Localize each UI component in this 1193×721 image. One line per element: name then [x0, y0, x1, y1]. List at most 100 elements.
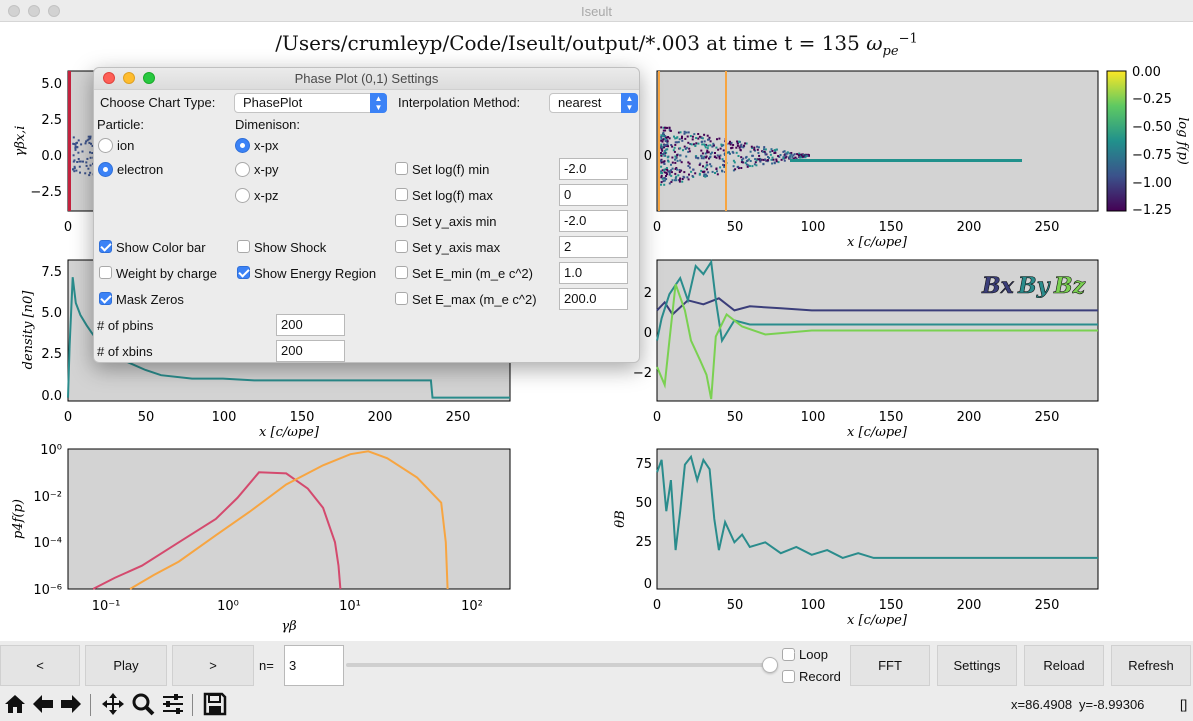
phase-electron-cell	[685, 146, 688, 149]
checkbox-weight-by-charge[interactable]	[99, 266, 112, 279]
checkbox-emax[interactable]	[395, 292, 408, 305]
bf-ytick-0: 2	[644, 286, 652, 301]
phase-electron-cell	[706, 174, 708, 177]
checkbox-show-shock[interactable]	[237, 240, 250, 253]
cb-tick-4: −1.00	[1132, 176, 1172, 191]
radio-electron[interactable]	[98, 162, 113, 177]
phase-electron-cell	[693, 133, 696, 136]
phase-ion-ytick-0: 5.0	[41, 77, 62, 92]
play-button[interactable]: Play	[85, 645, 167, 686]
checkbox-record[interactable]	[782, 670, 795, 683]
phase-electron-cell	[671, 145, 674, 148]
chart-type-select[interactable]: PhasePlot ▲ ▼	[234, 93, 387, 113]
prev-button[interactable]: <	[0, 645, 80, 686]
phase-electron-cell	[666, 156, 669, 159]
phase-electron-cell	[703, 133, 706, 136]
phase-electron-cell	[735, 146, 738, 149]
yaxis-min-input[interactable]: -2.0	[559, 210, 628, 232]
phase-electron-cell	[665, 167, 668, 169]
fft-button[interactable]: FFT	[850, 645, 930, 686]
phase-electron-cell	[734, 168, 737, 171]
phase-ion-cell	[85, 164, 88, 167]
next-button[interactable]: >	[172, 645, 254, 686]
zoom-icon[interactable]	[130, 691, 156, 717]
checkbox-loop[interactable]	[782, 648, 795, 661]
pbins-input[interactable]: 200	[276, 314, 345, 336]
phase-electron-cell	[683, 132, 686, 135]
record-label: Record	[799, 669, 841, 684]
dialog-zoom-button[interactable]	[143, 72, 155, 84]
phase-electron-cell	[705, 161, 708, 164]
radio-x-py[interactable]	[235, 162, 250, 177]
logf-max-input[interactable]: 0	[559, 184, 628, 206]
checkbox-logf-max[interactable]	[395, 188, 408, 201]
logf-min-input[interactable]: -2.0	[559, 158, 628, 180]
frame-number-input[interactable]: 3	[284, 645, 344, 686]
phase-electron-cell	[784, 154, 787, 157]
checkbox-emin[interactable]	[395, 266, 408, 279]
phase-electron-cell	[686, 176, 689, 179]
reload-button[interactable]: Reload	[1024, 645, 1104, 686]
dialog-close-button[interactable]	[103, 72, 115, 84]
panel-bfield[interactable]: 2 0 −2 0 50 100 150 200 250 x [c/ωpe] Bx…	[633, 259, 1099, 440]
phase-electron-cell	[775, 160, 778, 163]
phase-plot-settings-dialog[interactable]: Phase Plot (0,1) Settings Choose Chart T…	[93, 67, 640, 363]
radio-ion[interactable]	[98, 138, 113, 153]
phase-electron-cell	[666, 169, 669, 172]
checkbox-show-colorbar[interactable]	[99, 240, 112, 253]
interpolation-select[interactable]: nearest ▲ ▼	[549, 93, 638, 113]
phase-ion-cell	[88, 174, 91, 177]
phase-electron-cell	[783, 159, 786, 162]
save-icon[interactable]	[202, 691, 228, 717]
panel-theta[interactable]: 75 50 25 0 0 50 100 150 200 250 x [c/ωpe…	[613, 448, 1099, 628]
phase-ion-cell	[80, 143, 83, 146]
phase-electron-cell	[674, 155, 677, 158]
phase-electron-cell	[756, 145, 759, 148]
checkbox-mask-zeros[interactable]	[99, 292, 112, 305]
pe-xtick-4: 200	[957, 220, 982, 235]
pan-icon[interactable]	[100, 691, 126, 717]
configure-icon[interactable]	[160, 691, 186, 717]
phase-electron-cell	[694, 144, 697, 147]
phase-electron-cell	[663, 144, 666, 147]
phase-electron-cell	[677, 174, 680, 177]
phase-electron-cell	[757, 146, 760, 149]
phase-electron-cell	[731, 146, 734, 149]
emax-input[interactable]: 200.0	[559, 288, 628, 310]
frame-slider-track[interactable]	[346, 663, 770, 667]
chart-type-value: PhasePlot	[243, 95, 303, 110]
forward-icon[interactable]	[58, 691, 84, 717]
sp-ytick-2: 10⁻⁴	[33, 536, 62, 551]
phase-electron-cell	[688, 147, 691, 150]
yaxis-max-input[interactable]: 2	[559, 236, 628, 258]
phase-ion-cell	[89, 156, 92, 159]
dialog-minimize-button[interactable]	[123, 72, 135, 84]
phase-ion-ytick-1: 2.5	[41, 113, 62, 128]
xbins-input[interactable]: 200	[276, 340, 345, 362]
checkbox-logf-min[interactable]	[395, 162, 408, 175]
den-xtick-1: 50	[138, 410, 155, 425]
phase-electron-cell	[771, 162, 774, 165]
frame-slider-handle[interactable]	[762, 657, 778, 673]
phase-electron-cell	[664, 129, 667, 132]
phase-electron-cell	[683, 145, 686, 148]
checkbox-show-energy-region[interactable]	[237, 266, 250, 279]
phase-ion-cell	[79, 171, 81, 174]
th-ytick-3: 0	[644, 577, 652, 592]
refresh-button[interactable]: Refresh	[1111, 645, 1191, 686]
phase-electron-cell	[736, 166, 739, 168]
back-icon[interactable]	[30, 691, 56, 717]
phase-ion-cell	[89, 171, 92, 174]
energy-region-left-line	[658, 71, 660, 211]
emin-input[interactable]: 1.0	[559, 262, 628, 284]
home-icon[interactable]	[2, 691, 28, 717]
radio-x-px[interactable]	[235, 138, 250, 153]
panel-phase-electron[interactable]: 0 0 50 100 150 200 250 x [c/ωpe] 0.00 −0…	[644, 65, 1190, 250]
settings-button[interactable]: Settings	[937, 645, 1017, 686]
phase-electron-cell	[758, 158, 761, 161]
phase-electron-cell	[716, 154, 719, 157]
phase-electron-cell	[764, 158, 767, 161]
checkbox-yaxis-max[interactable]	[395, 240, 408, 253]
checkbox-yaxis-min[interactable]	[395, 214, 408, 227]
radio-x-pz[interactable]	[235, 188, 250, 203]
